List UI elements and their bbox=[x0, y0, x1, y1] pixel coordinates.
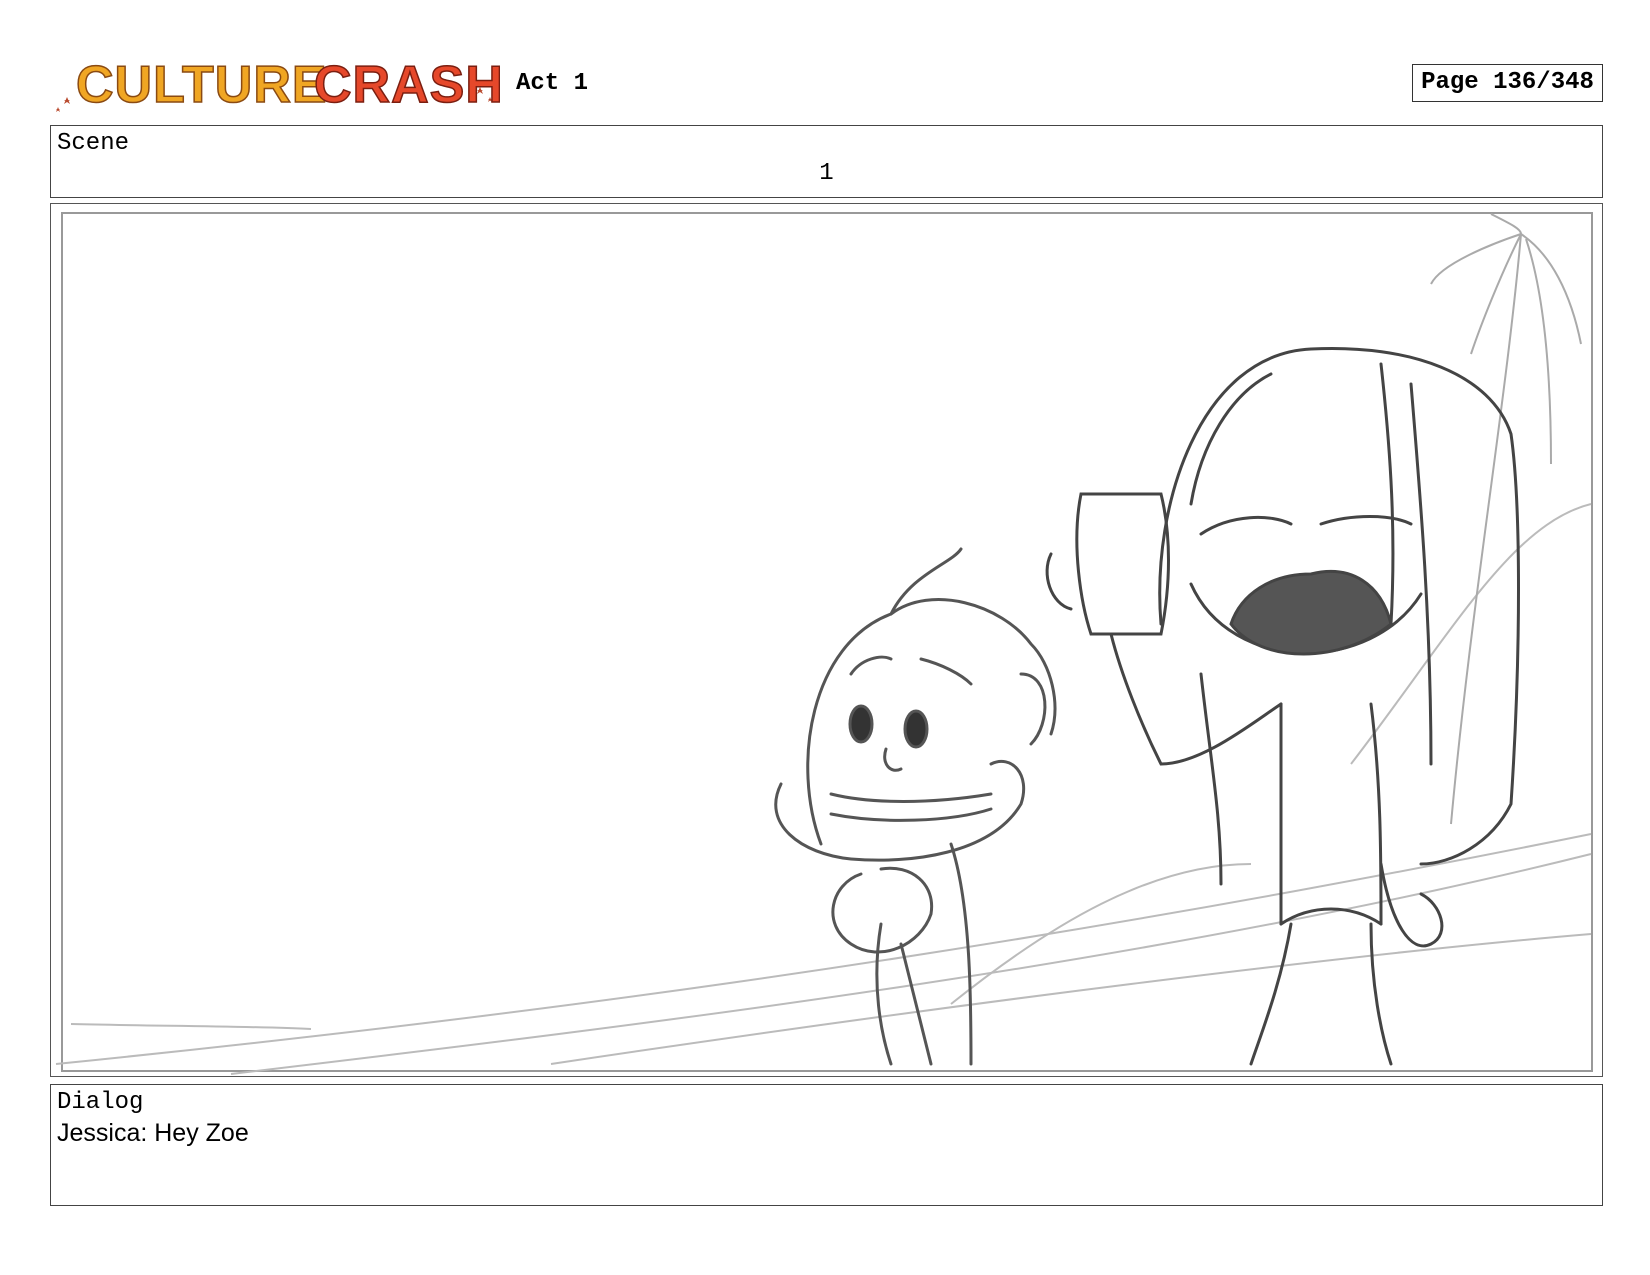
dialog-label: Dialog bbox=[57, 1089, 144, 1116]
page-counter: Page 136/348 bbox=[1412, 64, 1603, 102]
dialog-text: Jessica: Hey Zoe bbox=[57, 1119, 249, 1147]
scene-label: Scene bbox=[57, 130, 130, 157]
culture-crash-logo: CULTURE CRASH bbox=[56, 55, 500, 115]
scene-box: Scene 1 bbox=[50, 125, 1603, 198]
scene-number: 1 bbox=[819, 160, 834, 187]
storyboard-sketch bbox=[55, 212, 1593, 1075]
storyboard-panel bbox=[50, 203, 1603, 1077]
dialog-box: Dialog Jessica: Hey Zoe bbox=[50, 1084, 1603, 1206]
act-label: Act 1 bbox=[516, 70, 589, 97]
svg-text:CULTURE: CULTURE bbox=[76, 56, 328, 114]
svg-text:CRASH: CRASH bbox=[314, 56, 500, 114]
